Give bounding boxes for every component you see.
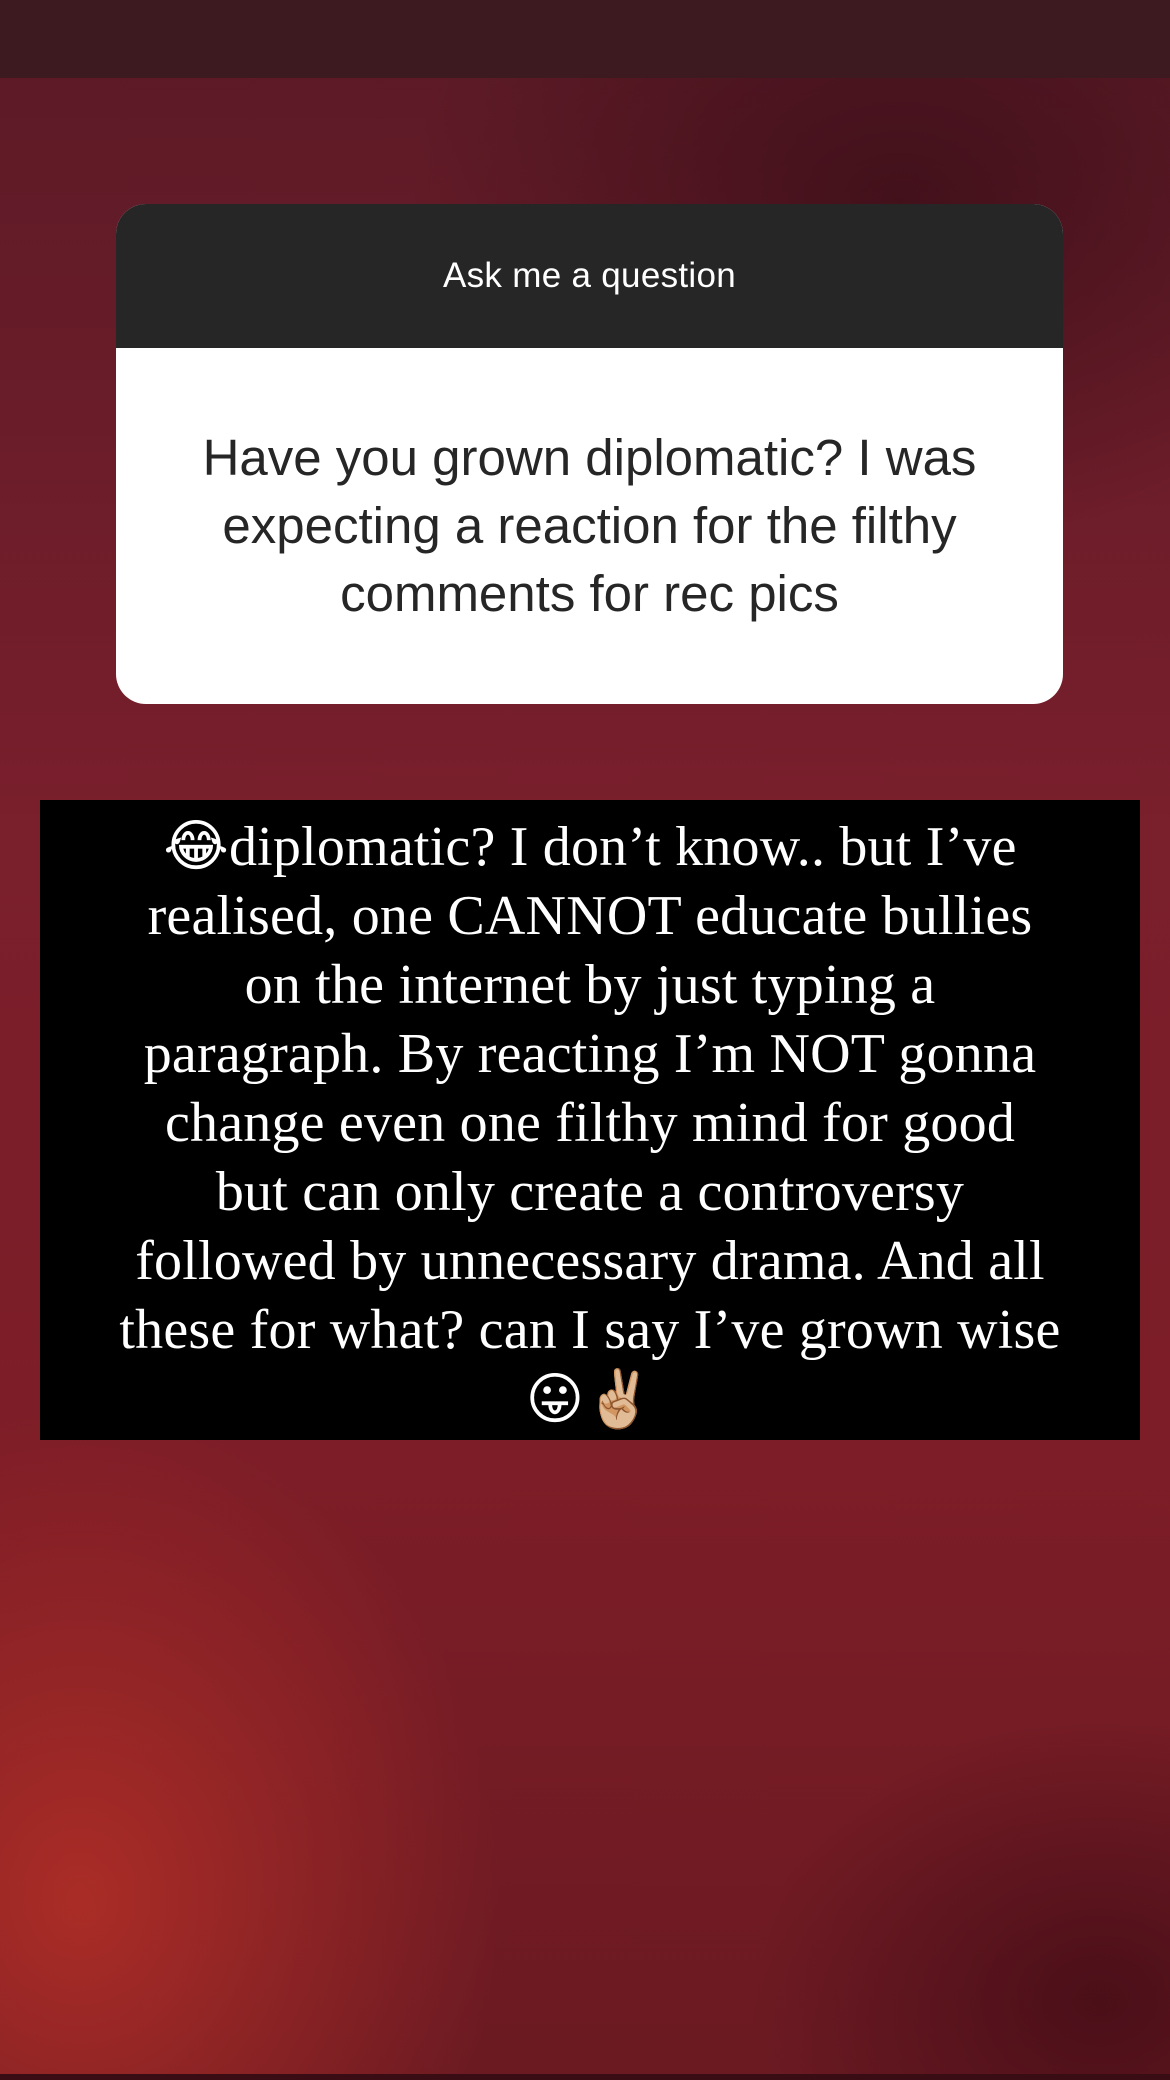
tongue-and-victory-emojis: 😛✌🏼 [525,1366,655,1432]
answer-line: diplomatic? I don’t know.. but I’ve [228,815,1017,878]
question-sticker-title: Ask me a question [442,256,737,295]
answer-line: but can only create a controversy [215,1160,965,1223]
answer-text-box: 😂diplomatic? I don’t know.. but I’ve rea… [40,800,1140,1440]
question-sticker-body: Have you grown diplomatic? I was expecti… [116,348,1063,704]
laughing-tears-emoji: 😂 [163,813,229,879]
question-sticker: Ask me a question Have you grown diploma… [116,204,1063,704]
answer-line: paragraph. By reacting I’m NOT gonna [143,1022,1037,1085]
answer-line: these for what? can I say I’ve grown wis… [119,1298,1061,1361]
answer-text: 😂diplomatic? I don’t know.. but I’ve rea… [119,812,1060,1435]
answer-line: on the internet by just typing a [244,953,936,1016]
question-sticker-header: Ask me a question [116,204,1063,348]
story-bottom-edge [0,2074,1170,2080]
question-text: Have you grown diplomatic? I was expecti… [202,429,977,622]
answer-line: realised, one CANNOT educate bullies [147,884,1033,947]
answer-line: followed by unnecessary drama. And all [135,1229,1045,1292]
answer-line: change even one filthy mind for good [164,1091,1016,1154]
story-top-bar [0,0,1170,78]
